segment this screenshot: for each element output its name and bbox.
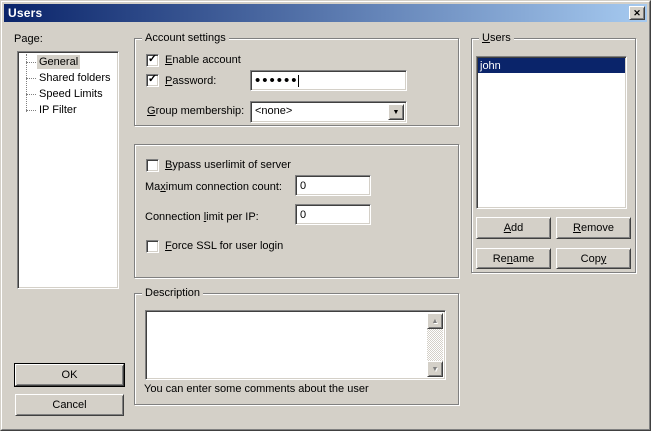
- tree-item-speed-limits[interactable]: Speed Limits: [18, 86, 118, 102]
- password-label: Password:: [165, 75, 216, 87]
- force-ssl-checkbox[interactable]: [146, 240, 159, 253]
- description-title: Description: [142, 287, 203, 299]
- tree-item-label: IP Filter: [37, 103, 79, 117]
- window-title: Users: [8, 6, 42, 20]
- description-hint: You can enter some comments about the us…: [144, 383, 369, 395]
- bypass-userlimit-label: Bypass userlimit of server: [165, 159, 291, 171]
- chevron-down-icon: ▼: [393, 109, 400, 116]
- max-connections-input[interactable]: 0: [295, 175, 371, 196]
- bypass-userlimit-checkbox[interactable]: [146, 159, 159, 172]
- add-button[interactable]: Add: [476, 217, 551, 239]
- checkmark-icon: ✓: [148, 54, 157, 65]
- rename-button[interactable]: Rename: [476, 248, 551, 269]
- limits-group: Bypass userlimit of server Maximum conne…: [134, 144, 459, 278]
- remove-button[interactable]: Remove: [556, 217, 631, 239]
- ok-button[interactable]: OK: [15, 364, 124, 386]
- checkmark-icon: ✓: [148, 74, 157, 85]
- arrow-down-icon: ▼: [432, 366, 439, 373]
- page-tree: General Shared folders Speed Limits IP F…: [17, 51, 119, 289]
- scroll-down-button[interactable]: ▼: [427, 361, 443, 377]
- ip-limit-input[interactable]: 0: [295, 204, 371, 225]
- password-checkbox[interactable]: ✓: [146, 74, 159, 87]
- description-textarea[interactable]: ▲ ▼: [145, 310, 446, 380]
- max-connections-label: Maximum connection count:: [145, 181, 282, 193]
- tree-item-label: General: [37, 55, 80, 69]
- max-connections-value: 0: [300, 180, 306, 192]
- description-value: [148, 313, 426, 377]
- description-scrollbar[interactable]: ▲ ▼: [427, 313, 443, 377]
- account-settings-title: Account settings: [142, 32, 229, 44]
- ip-limit-label: Connection limit per IP:: [145, 211, 259, 223]
- close-button[interactable]: ✕: [629, 6, 645, 20]
- users-listbox: john: [476, 56, 627, 209]
- cancel-button[interactable]: Cancel: [15, 394, 124, 416]
- users-group: Users john Add Remove Rename Copy: [471, 38, 636, 273]
- titlebar: Users ✕: [4, 4, 647, 22]
- tree-item-shared-folders[interactable]: Shared folders: [18, 70, 118, 86]
- close-icon: ✕: [633, 9, 641, 18]
- enable-account-label: Enable account: [165, 54, 241, 66]
- password-input[interactable]: ••••••: [250, 70, 407, 91]
- users-dialog: Users ✕ Page: General Shared folders Spe…: [0, 0, 651, 431]
- page-label: Page:: [14, 33, 43, 45]
- enable-account-checkbox[interactable]: ✓: [146, 54, 159, 67]
- tree-item-general[interactable]: General: [18, 54, 118, 70]
- force-ssl-label: Force SSL for user login: [165, 240, 283, 252]
- description-group: Description ▲ ▼ You can enter some comme…: [134, 293, 459, 405]
- group-membership-select[interactable]: <none> ▼: [250, 101, 407, 123]
- group-membership-value: <none>: [255, 105, 292, 117]
- tree-item-ip-filter[interactable]: IP Filter: [18, 102, 118, 118]
- tree-item-label: Speed Limits: [37, 87, 105, 101]
- text-caret: [298, 75, 299, 87]
- user-name: john: [480, 60, 501, 72]
- tree-item-label: Shared folders: [37, 71, 113, 85]
- password-value: ••••••: [255, 76, 299, 86]
- ip-limit-value: 0: [300, 209, 306, 221]
- scroll-up-button[interactable]: ▲: [427, 313, 443, 329]
- user-list-item[interactable]: john: [478, 58, 625, 73]
- arrow-up-icon: ▲: [432, 318, 439, 325]
- dropdown-button[interactable]: ▼: [388, 104, 404, 120]
- users-group-title: Users: [479, 32, 514, 44]
- account-settings-group: Account settings ✓ Enable account ✓ Pass…: [134, 38, 459, 126]
- copy-button[interactable]: Copy: [556, 248, 631, 269]
- group-membership-label: Group membership:: [147, 105, 244, 117]
